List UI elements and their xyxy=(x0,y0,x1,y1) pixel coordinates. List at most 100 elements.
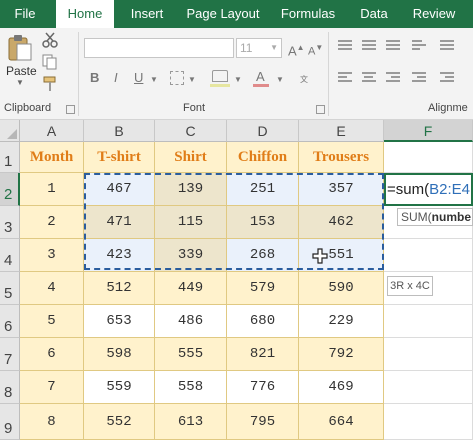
row-header-9[interactable]: 9 xyxy=(0,404,20,440)
align-left-icon[interactable] xyxy=(338,72,352,84)
tab-review[interactable]: Review xyxy=(404,0,464,28)
data-cell-t-shirt[interactable]: 471 xyxy=(84,206,155,239)
data-cell-shirt[interactable]: 486 xyxy=(155,305,227,338)
tab-insert[interactable]: Insert xyxy=(118,0,176,28)
data-cell-month[interactable]: 1 xyxy=(20,173,84,206)
align-center-icon[interactable] xyxy=(362,72,376,84)
row-header-1[interactable]: 1 xyxy=(0,142,20,173)
data-cell-month[interactable]: 6 xyxy=(20,338,84,371)
row-header-5[interactable]: 5 xyxy=(0,272,20,305)
empty-cell[interactable] xyxy=(384,305,473,338)
row-header-4[interactable]: 4 xyxy=(0,239,20,272)
data-cell-chiffon[interactable]: 251 xyxy=(227,173,299,206)
increase-font-icon[interactable]: A▲ xyxy=(288,40,305,59)
empty-cell[interactable] xyxy=(384,371,473,404)
header-cell-t-shirt[interactable]: T-shirt xyxy=(84,142,155,173)
underline-icon[interactable]: U xyxy=(134,70,143,86)
data-cell-t-shirt[interactable]: 653 xyxy=(84,305,155,338)
data-cell-shirt[interactable]: 449 xyxy=(155,272,227,305)
font-name-dropdown[interactable] xyxy=(84,38,234,58)
align-right-icon[interactable] xyxy=(386,72,400,84)
tab-page-layout[interactable]: Page Layout xyxy=(180,0,266,28)
font-size-dropdown[interactable]: 11 ▼ xyxy=(236,38,282,58)
data-cell-chiffon[interactable]: 268 xyxy=(227,239,299,272)
select-all-corner[interactable] xyxy=(0,120,20,142)
column-header-a[interactable]: A xyxy=(20,120,84,142)
tab-formulas[interactable]: Formulas xyxy=(272,0,344,28)
data-cell-shirt[interactable]: 558 xyxy=(155,371,227,404)
font-launcher-icon[interactable] xyxy=(316,105,325,114)
decrease-font-icon[interactable]: A▼ xyxy=(308,40,323,60)
wrap-text-icon[interactable] xyxy=(440,40,454,52)
chevron-down-icon[interactable]: ▼ xyxy=(150,72,158,88)
data-cell-chiffon[interactable]: 153 xyxy=(227,206,299,239)
data-cell-shirt[interactable]: 115 xyxy=(155,206,227,239)
chevron-down-icon[interactable]: ▼ xyxy=(276,72,284,88)
data-cell-shirt[interactable]: 555 xyxy=(155,338,227,371)
data-cell-trousers[interactable]: 357 xyxy=(299,173,384,206)
format-painter-icon[interactable] xyxy=(42,76,58,92)
data-cell-trousers[interactable]: 462 xyxy=(299,206,384,239)
paste-button[interactable]: Paste ▼ xyxy=(4,32,37,87)
tab-home[interactable]: Home xyxy=(56,0,114,28)
column-header-d[interactable]: D xyxy=(227,120,299,142)
column-header-f[interactable]: F xyxy=(384,120,473,142)
tab-file[interactable]: File xyxy=(0,0,50,28)
header-cell-month[interactable]: Month xyxy=(20,142,84,173)
data-cell-chiffon[interactable]: 821 xyxy=(227,338,299,371)
function-tooltip[interactable]: SUM(numbe xyxy=(397,208,473,226)
chevron-down-icon[interactable]: ▼ xyxy=(188,72,196,88)
row-header-2[interactable]: 2 xyxy=(0,173,20,206)
data-cell-month[interactable]: 8 xyxy=(20,404,84,440)
data-cell-month[interactable]: 4 xyxy=(20,272,84,305)
increase-indent-icon[interactable] xyxy=(440,72,454,84)
column-header-b[interactable]: B xyxy=(84,120,155,142)
empty-cell[interactable] xyxy=(384,142,473,173)
data-cell-chiffon[interactable]: 795 xyxy=(227,404,299,440)
data-cell-t-shirt[interactable]: 512 xyxy=(84,272,155,305)
italic-icon[interactable]: I xyxy=(114,70,118,86)
data-cell-chiffon[interactable]: 680 xyxy=(227,305,299,338)
data-cell-month[interactable]: 3 xyxy=(20,239,84,272)
empty-cell[interactable] xyxy=(384,239,473,272)
data-cell-t-shirt[interactable]: 552 xyxy=(84,404,155,440)
data-cell-trousers[interactable]: 469 xyxy=(299,371,384,404)
data-cell-shirt[interactable]: 613 xyxy=(155,404,227,440)
header-cell-shirt[interactable]: Shirt xyxy=(155,142,227,173)
cut-icon[interactable] xyxy=(42,32,58,48)
borders-icon[interactable] xyxy=(170,71,184,85)
empty-cell[interactable] xyxy=(384,404,473,440)
column-header-e[interactable]: E xyxy=(299,120,384,142)
row-header-6[interactable]: 6 xyxy=(0,305,20,338)
data-cell-shirt[interactable]: 339 xyxy=(155,239,227,272)
data-cell-month[interactable]: 7 xyxy=(20,371,84,404)
data-cell-trousers[interactable]: 664 xyxy=(299,404,384,440)
chevron-down-icon[interactable]: ▼ xyxy=(234,72,242,88)
tab-data[interactable]: Data xyxy=(350,0,398,28)
bold-icon[interactable]: B xyxy=(90,70,99,86)
copy-icon[interactable] xyxy=(42,54,58,70)
column-header-c[interactable]: C xyxy=(155,120,227,142)
row-header-7[interactable]: 7 xyxy=(0,338,20,371)
header-cell-trousers[interactable]: Trousers xyxy=(299,142,384,173)
data-cell-month[interactable]: 5 xyxy=(20,305,84,338)
data-cell-trousers[interactable]: 792 xyxy=(299,338,384,371)
font-color-icon[interactable]: A xyxy=(256,69,265,85)
orientation-icon[interactable] xyxy=(412,40,426,52)
row-header-8[interactable]: 8 xyxy=(0,371,20,404)
data-cell-month[interactable]: 2 xyxy=(20,206,84,239)
data-cell-t-shirt[interactable]: 559 xyxy=(84,371,155,404)
data-cell-chiffon[interactable]: 776 xyxy=(227,371,299,404)
phonetic-icon[interactable]: 文 xyxy=(300,72,308,88)
decrease-indent-icon[interactable] xyxy=(412,72,426,84)
clipboard-launcher-icon[interactable] xyxy=(66,105,75,114)
data-cell-t-shirt[interactable]: 598 xyxy=(84,338,155,371)
data-cell-trousers[interactable]: 590 xyxy=(299,272,384,305)
middle-align-icon[interactable] xyxy=(362,40,376,52)
data-cell-trousers[interactable]: 229 xyxy=(299,305,384,338)
data-cell-t-shirt[interactable]: 467 xyxy=(84,173,155,206)
bottom-align-icon[interactable] xyxy=(386,40,400,52)
active-cell-f2[interactable]: =sum(B2:E4 xyxy=(384,173,473,206)
fill-color-icon[interactable] xyxy=(212,70,228,82)
data-cell-t-shirt[interactable]: 423 xyxy=(84,239,155,272)
